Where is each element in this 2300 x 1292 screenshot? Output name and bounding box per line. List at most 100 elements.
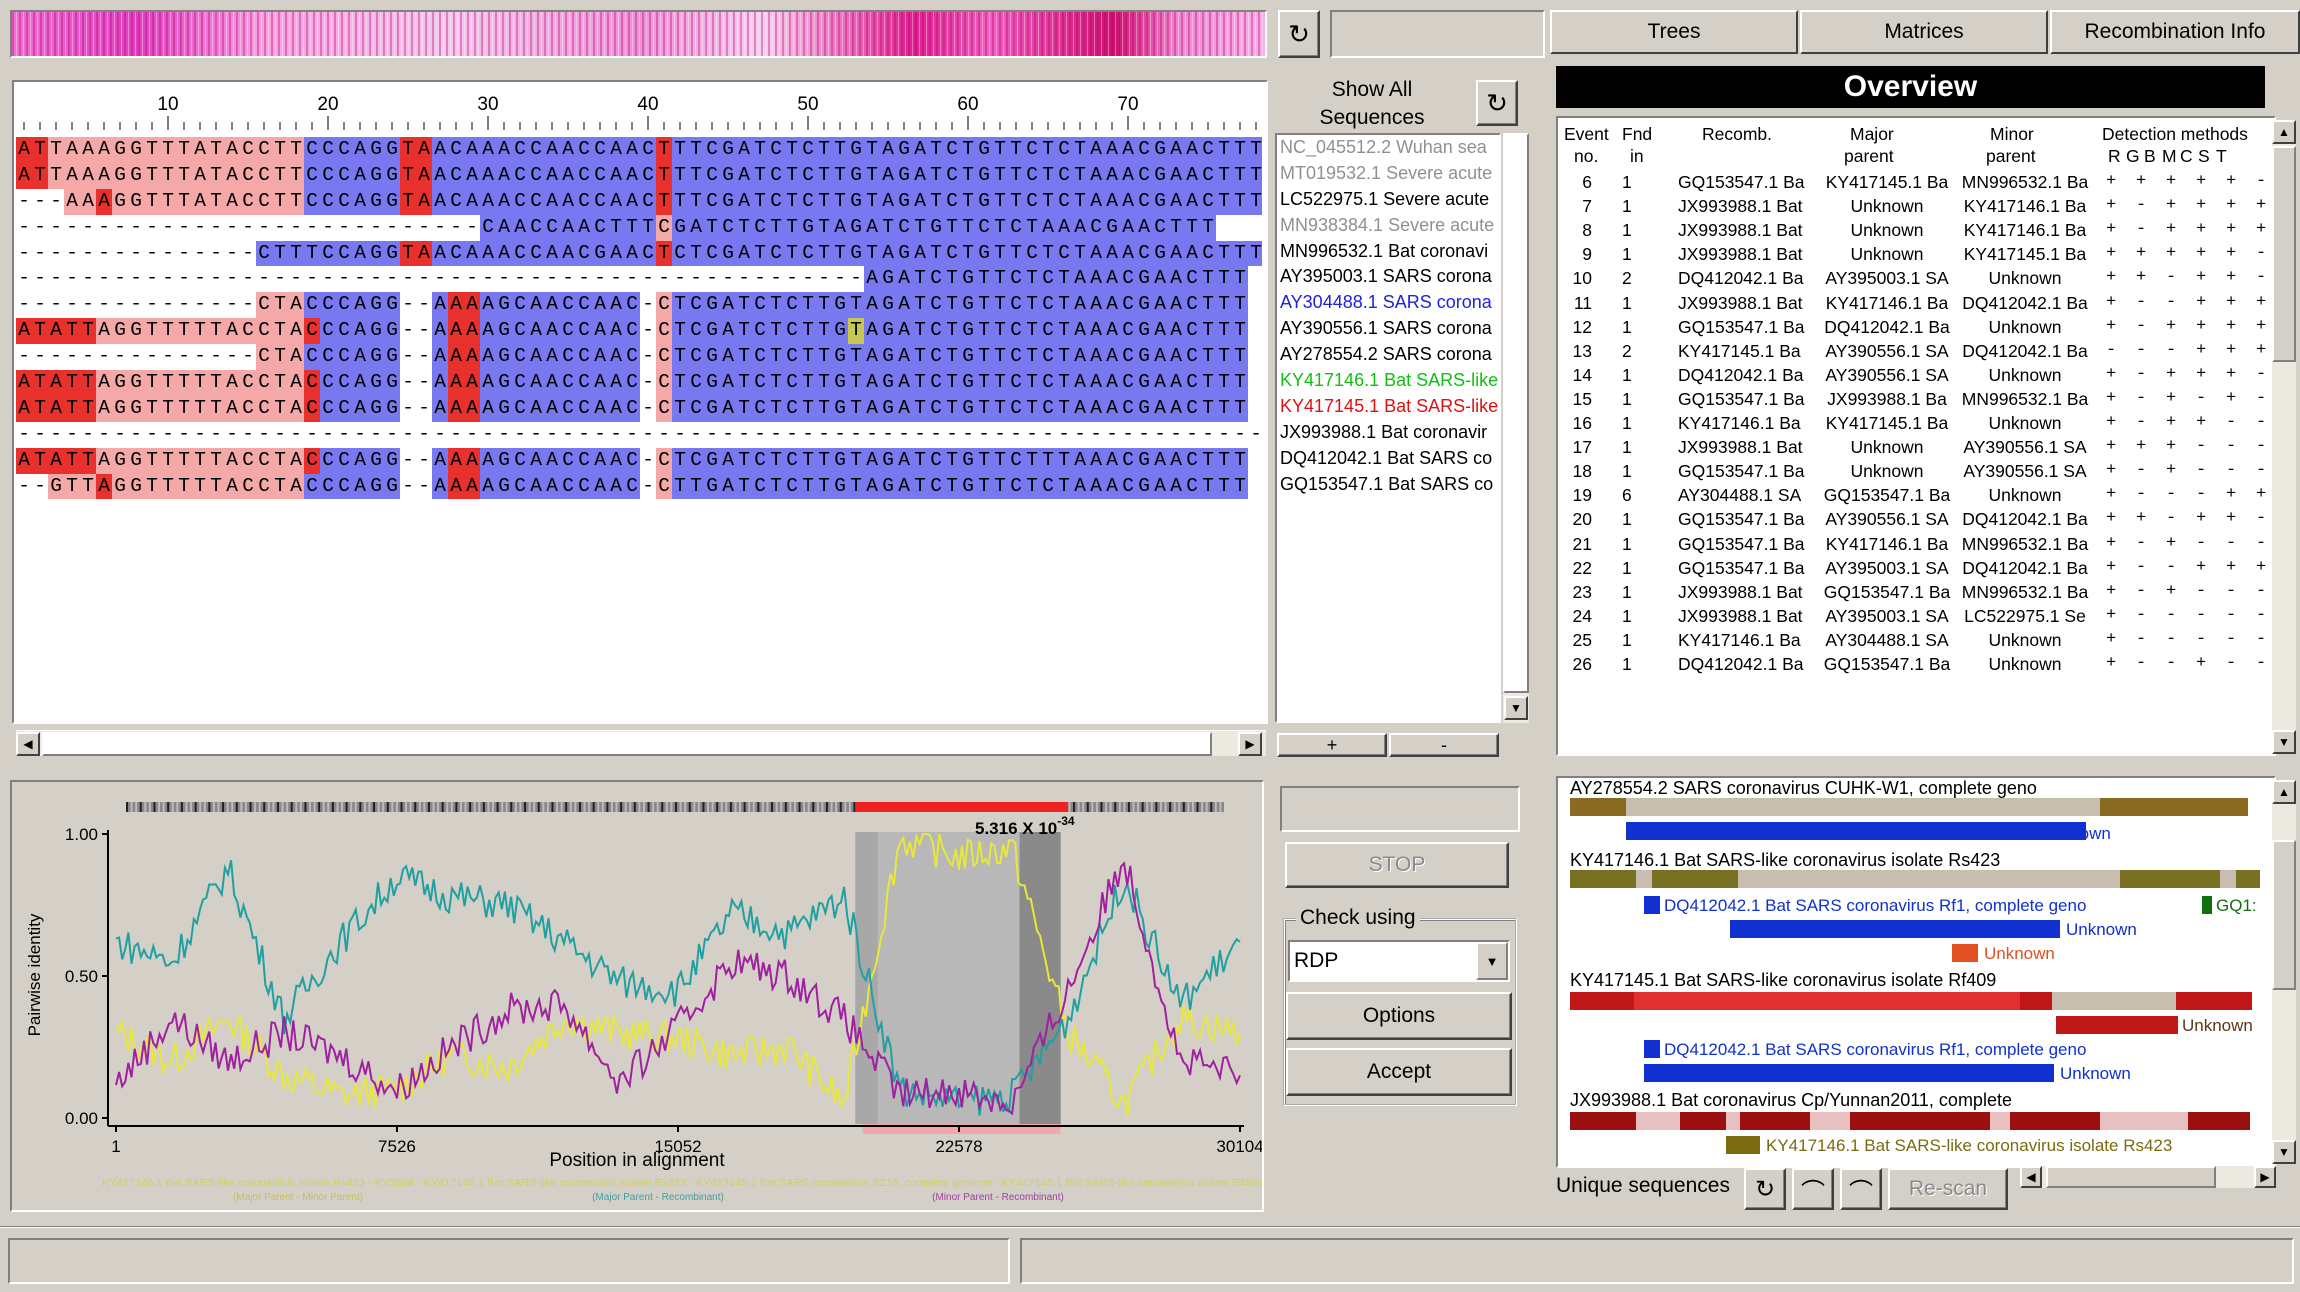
events-scroll-up-icon[interactable]: ▲ (2272, 120, 2296, 144)
scroll-left-icon[interactable]: ◀ (16, 732, 40, 756)
base-cell: T (208, 162, 224, 189)
sequence-name-item[interactable]: DQ412042.1 Bat SARS co (1277, 445, 1499, 472)
sequence-row[interactable]: ATATTAGGTTTTTACCTACCCAGG--AAAAGCAACCAAC-… (16, 395, 1262, 422)
bottom-hscroll-thumb[interactable] (2046, 1166, 2216, 1188)
chevron-down-icon[interactable]: ▼ (1476, 942, 1508, 980)
sequence-row[interactable]: ATATTAGGTTTTTACCTACCCAGG--AAAAGCAACCAAC-… (16, 318, 1262, 345)
tab-matrices[interactable]: Matrices (1800, 10, 2048, 54)
event-row[interactable]: 12 1 GQ153547.1 Ba DQ412042.1 Ba Unknown + - … (1560, 315, 2273, 339)
method-select[interactable]: RDP ▼ (1288, 940, 1510, 982)
event-row[interactable]: 14 1 DQ412042.1 Ba AY390556.1 SA Unknown + - … (1560, 363, 2273, 387)
event-row[interactable]: 10 2 DQ412042.1 Ba AY395003.1 SA Unknown + + … (1560, 266, 2273, 290)
sequence-row[interactable]: ---------------CTACCCAGG--AAAAGCAACCAAC-… (16, 292, 1262, 319)
base-cell: T (208, 370, 224, 396)
bottom-scroll-left-icon[interactable]: ◀ (2020, 1166, 2042, 1188)
event-row[interactable]: 6 1 GQ153547.1 Ba KY417145.1 Ba MN996532.1 B… (1560, 170, 2273, 194)
event-row[interactable]: 25 1 KY417146.1 Ba AY304488.1 SA Unknown + - … (1560, 628, 2273, 652)
sequence-row[interactable]: --GTTAGGTTTTTACCTACCCAGG--AAAAGCAACCAAC-… (16, 473, 1262, 500)
event-row[interactable]: 11 1 JX993988.1 Bat KY417146.1 Ba DQ412042.1… (1560, 291, 2273, 315)
sequence-name-item[interactable]: AY390556.1 SARS corona (1277, 316, 1499, 343)
event-row[interactable]: 24 1 JX993988.1 Bat AY395003.1 SA LC522975.1… (1560, 604, 2273, 628)
sequence-name-item[interactable]: KY417146.1 Bat SARS-like (1277, 368, 1499, 394)
arc-left-button[interactable]: ⌒ (1792, 1168, 1834, 1210)
add-sequence-button[interactable]: + (1277, 733, 1387, 757)
bottom-scroll-right-icon[interactable]: ▶ (2254, 1166, 2276, 1188)
options-button[interactable]: Options (1286, 992, 1512, 1040)
sequence-name-item[interactable]: AY395003.1 SARS corona (1277, 264, 1499, 291)
sequence-row[interactable]: ATATTAGGTTTTTACCTACCCAGG--AAAAGCAACCAAC-… (16, 447, 1262, 474)
event-fnd: 1 (1622, 316, 1632, 337)
sequence-row[interactable]: ATTAAAGGTTTATACCTTCCCAGGTAACAAACCAACCAAC… (16, 137, 1262, 163)
event-row[interactable]: 15 1 GQ153547.1 Ba JX993988.1 Ba MN996532.1 … (1560, 387, 2273, 411)
rec-vscroll-thumb[interactable] (2272, 840, 2296, 990)
event-row[interactable]: 26 1 DQ412042.1 Ba GQ153547.1 Ba Unknown + - … (1560, 652, 2273, 676)
tab-trees[interactable]: Trees (1550, 10, 1798, 54)
pairwise-identity-plot[interactable]: 1.000.500.001 7526 15052 22578 30104 Pairwis… (12, 782, 1262, 1210)
bottom-hscroll[interactable]: ◀ ▶ (2020, 1166, 2276, 1188)
sequence-name-item[interactable]: AY278554.2 SARS corona (1277, 342, 1499, 369)
remove-sequence-button[interactable]: - (1389, 733, 1499, 757)
base-cell: T (816, 137, 832, 163)
sequence-row[interactable]: ---AAAGGTTTATACCTTCCCAGGTAACAAACCAACCAAC… (16, 188, 1262, 215)
sequence-row[interactable]: ATATTAGGTTTTTACCTACCCAGG--AAAAGCAACCAAC-… (16, 370, 1262, 396)
vscroll-thumb[interactable] (1503, 133, 1529, 693)
event-row[interactable]: 7 1 JX993988.1 Bat Unknown KY417146.1 Ba + - … (1560, 194, 2273, 218)
event-row[interactable]: 20 1 GQ153547.1 Ba AY390556.1 SA DQ412042.1 … (1560, 507, 2273, 531)
recombination-vscroll[interactable]: ▲ ▼ (2272, 780, 2296, 1164)
sequence-row[interactable]: ---------------CTTTCCAGGTAACAAACCAACGAAC… (16, 240, 1262, 267)
event-row[interactable]: 22 1 GQ153547.1 Ba AY395003.1 SA DQ412042.1 … (1560, 556, 2273, 580)
stop-button[interactable]: STOP (1285, 842, 1509, 888)
event-row[interactable]: 13 2 KY417145.1 Ba AY390556.1 SA DQ412042.1 … (1560, 339, 2273, 363)
sequence-name-item[interactable]: NC_045512.2 Wuhan sea (1277, 135, 1499, 161)
event-row[interactable]: 8 1 JX993988.1 Bat Unknown KY417146.1 Ba + - … (1560, 218, 2273, 242)
sequence-row[interactable]: -----------------------------CAACCAACTTT… (16, 214, 1262, 241)
rescan-button[interactable]: Re-scan (1888, 1168, 2008, 1210)
event-row[interactable]: 18 1 GQ153547.1 Ba Unknown AY390556.1 SA + - … (1560, 459, 2273, 483)
scroll-right-icon[interactable]: ▶ (1238, 732, 1262, 756)
sequence-name-item[interactable]: JX993988.1 Bat coronavir (1277, 419, 1499, 446)
sequence-name-item[interactable]: MN996532.1 Bat coronavi (1277, 238, 1499, 265)
accept-button[interactable]: Accept (1286, 1048, 1512, 1096)
site-tick (418, 802, 421, 812)
sequence-name-item[interactable]: MN938384.1 Severe acute (1277, 212, 1499, 239)
undo-button[interactable]: ↻ (1744, 1168, 1786, 1210)
site-tick (647, 802, 650, 812)
sequence-names-list[interactable]: NC_045512.2 Wuhan sea MT019532.1 Severe a… (1277, 135, 1499, 721)
events-table[interactable]: Event no. Fnd in Recomb. Major parent Mi… (1560, 120, 2273, 683)
alignment-hscroll[interactable]: ◀ ▶ (16, 730, 1266, 756)
event-row[interactable]: 16 1 KY417146.1 Ba KY417145.1 Ba Unknown + - … (1560, 411, 2273, 435)
rec-scroll-down-icon[interactable]: ▼ (2272, 1140, 2296, 1164)
show-all-refresh-button[interactable]: ↻ (1476, 80, 1518, 126)
arc-right-button[interactable]: ⌒ (1840, 1168, 1882, 1210)
base-cell: T (64, 370, 80, 396)
seqnames-vscroll[interactable]: ▼ (1503, 133, 1529, 723)
event-row[interactable]: 23 1 JX993988.1 Bat GQ153547.1 Ba MN996532.1… (1560, 580, 2273, 604)
sequence-row[interactable]: ----------------------------------------… (16, 266, 1262, 293)
sequence-name-item[interactable]: GQ153547.1 Bat SARS co (1277, 471, 1499, 498)
base-cell: G (960, 473, 976, 500)
sequence-row[interactable]: ATTAAAGGTTTATACCTTCCCAGGTAACAAACCAACCAAC… (16, 162, 1262, 189)
site-tick (222, 802, 225, 812)
base-cell: C (784, 370, 800, 396)
sequence-row[interactable]: ---------------CTACCCAGG--AAAAGCAACCAAC-… (16, 344, 1262, 371)
rec-scroll-up-icon[interactable]: ▲ (2272, 780, 2296, 804)
sequence-name-item[interactable]: KY417145.1 Bat SARS-like (1277, 393, 1499, 420)
sequence-name-item[interactable]: AY304488.1 SARS corona (1277, 290, 1499, 317)
refresh-strip-button[interactable]: ↻ (1278, 10, 1320, 58)
show-all-label[interactable]: Show All Sequences (1277, 76, 1467, 132)
hscroll-thumb[interactable] (42, 732, 1212, 756)
tab-recombination-info[interactable]: Recombination Info (2050, 10, 2300, 54)
event-row[interactable]: 9 1 JX993988.1 Bat Unknown KY417145.1 Ba + + … (1560, 242, 2273, 266)
event-row[interactable]: 21 1 GQ153547.1 Ba KY417146.1 Ba MN996532.1 … (1560, 532, 2273, 556)
event-row[interactable]: 17 1 JX993988.1 Bat Unknown AY390556.1 SA + +… (1560, 435, 2273, 459)
sequence-name-item[interactable]: LC522975.1 Severe acute (1277, 186, 1499, 213)
events-scroll-down-icon[interactable]: ▼ (2272, 730, 2296, 754)
event-row[interactable]: 19 6 AY304488.1 SA GQ153547.1 Ba Unknown + - … (1560, 483, 2273, 507)
events-vscroll-thumb[interactable] (2272, 146, 2296, 362)
sequence-row[interactable]: ----------------------------------------… (16, 421, 1262, 448)
events-vscroll[interactable]: ▲ ▼ (2272, 120, 2296, 754)
recombination-panel[interactable]: AY278554.2 SARS coronavirus CUHK-W1, com… (1560, 778, 2273, 1166)
sequence-name-item[interactable]: MT019532.1 Severe acute (1277, 160, 1499, 187)
sequence-grid[interactable]: ATTAAAGGTTTATACCTTCCCAGGTAACAAACCAACCAAC… (16, 137, 1262, 507)
scroll-down-icon[interactable]: ▼ (1504, 696, 1528, 720)
